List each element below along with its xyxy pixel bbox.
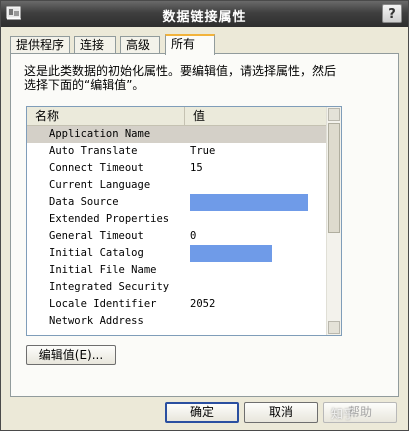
property-row[interactable]: General Timeout 0 <box>27 228 329 245</box>
property-row[interactable]: Integrated Security <box>27 279 329 296</box>
window-title: 数据链接属性 <box>162 10 247 25</box>
property-name: Initial Catalog <box>49 247 144 259</box>
grid-header: 名称 值 <box>27 107 329 126</box>
tab-all[interactable]: 所有 <box>165 34 215 55</box>
property-name: Network Address <box>49 315 144 327</box>
property-name: Initial File Name <box>49 264 157 276</box>
redacted-value <box>190 194 308 211</box>
properties-grid[interactable]: 名称 值 Application Name Auto Translate True C… <box>26 106 342 336</box>
property-row[interactable]: Data Source <box>27 194 329 211</box>
description-text: 这是此类数据的初始化属性。要编辑值，请选择属性，然后 选择下面的“编辑值”。 <box>24 64 384 92</box>
watermark-text: 知乎 <box>331 407 356 421</box>
property-row[interactable]: Network Address <box>27 313 329 330</box>
edit-value-button[interactable]: 编辑值(E)... <box>26 345 116 365</box>
grid-scrollbar[interactable] <box>326 107 341 335</box>
title-bar[interactable]: 数据链接属性 ? <box>1 1 408 27</box>
redacted-value <box>190 245 272 262</box>
property-name: Auto Translate <box>49 145 138 157</box>
property-row[interactable]: Locale Identifier 2052 <box>27 296 329 313</box>
property-name: Extended Properties <box>49 213 170 225</box>
tab-provider[interactable]: 提供程序 <box>10 36 70 54</box>
scroll-down-button[interactable] <box>328 321 340 334</box>
description-line-1: 这是此类数据的初始化属性。要编辑值，请选择属性，然后 <box>24 64 337 78</box>
property-name: Application Name <box>49 128 151 140</box>
tab-panel-all: 这是此类数据的初始化属性。要编辑值，请选择属性，然后 选择下面的“编辑值”。 名… <box>10 53 399 397</box>
property-value: 0 <box>190 230 197 242</box>
property-name: Connect Timeout <box>49 162 144 174</box>
property-row[interactable]: Connect Timeout 15 <box>27 160 329 177</box>
description-line-2: 选择下面的“编辑值”。 <box>24 78 145 92</box>
property-value: 2052 <box>190 298 216 310</box>
property-name: Current Language <box>49 179 151 191</box>
dialog-window: 数据链接属性 ? 提供程序 连接 高级 所有 这是此类数据的初始化属性。要编辑值… <box>0 0 409 431</box>
scroll-up-button[interactable] <box>328 108 340 121</box>
cancel-button[interactable]: 取消 <box>244 402 318 423</box>
title-help-button[interactable]: ? <box>382 4 402 23</box>
property-value: True <box>190 145 216 157</box>
property-name: General Timeout <box>49 230 144 242</box>
property-row[interactable]: Current Language <box>27 177 329 194</box>
tab-connection[interactable]: 连接 <box>74 36 116 54</box>
column-header-name[interactable]: 名称 <box>27 107 185 125</box>
property-name: Integrated Security <box>49 281 170 293</box>
property-row[interactable]: Auto Translate True <box>27 143 329 160</box>
property-name: Locale Identifier <box>49 298 157 310</box>
property-value: 15 <box>190 162 203 174</box>
property-row[interactable]: Initial File Name <box>27 262 329 279</box>
scroll-thumb[interactable] <box>328 123 340 233</box>
column-header-value[interactable]: 值 <box>185 107 329 125</box>
ok-button[interactable]: 确定 <box>165 402 239 423</box>
property-row[interactable]: Initial Catalog <box>27 245 329 262</box>
property-row[interactable]: Extended Properties <box>27 211 329 228</box>
property-name: Data Source <box>49 196 119 208</box>
property-row[interactable]: Application Name <box>27 126 329 143</box>
tab-advanced[interactable]: 高级 <box>120 36 160 54</box>
